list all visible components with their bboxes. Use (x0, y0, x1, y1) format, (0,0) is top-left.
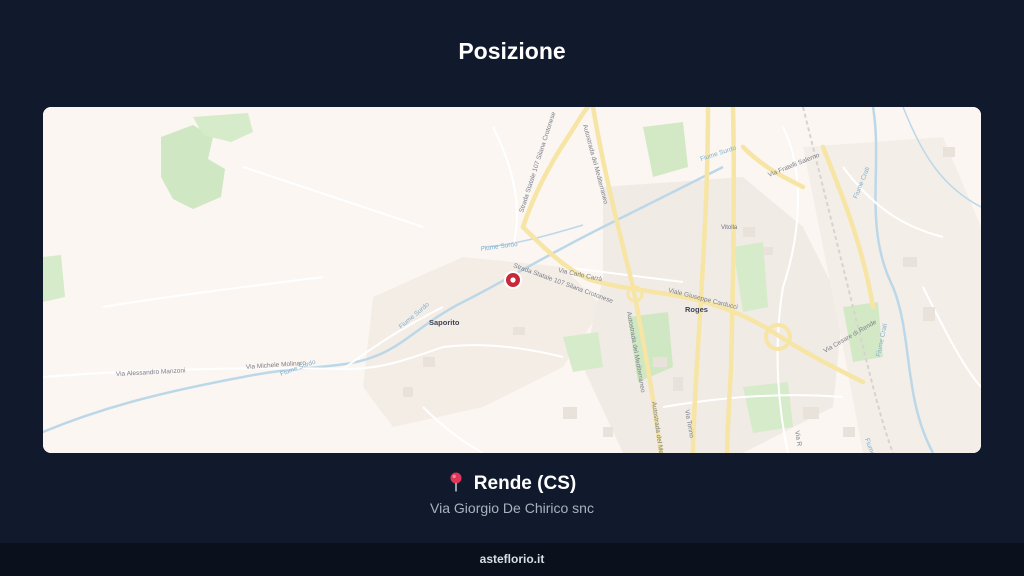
location-marker-icon[interactable] (504, 271, 522, 289)
map-canvas[interactable]: Saporito Roges Vitolla Via Alessandro Ma… (43, 107, 981, 453)
map-view[interactable]: Saporito Roges Vitolla Via Alessandro Ma… (43, 107, 981, 453)
location-heading: Rende (CS) (0, 472, 1024, 498)
map-label-roges: Roges (685, 305, 708, 314)
location-city: Rende (CS) (473, 473, 577, 494)
footer-site-link[interactable]: asteflorio.it (0, 543, 1024, 576)
page-title: Posizione (458, 38, 566, 64)
map-label-saporito: Saporito (429, 318, 460, 327)
map-label-vitolla: Vitolla (721, 225, 738, 231)
footer: asteflorio.it (0, 543, 1024, 576)
pushpin-icon (448, 472, 464, 498)
location-address: Via Giorgio De Chirico snc (430, 500, 594, 516)
